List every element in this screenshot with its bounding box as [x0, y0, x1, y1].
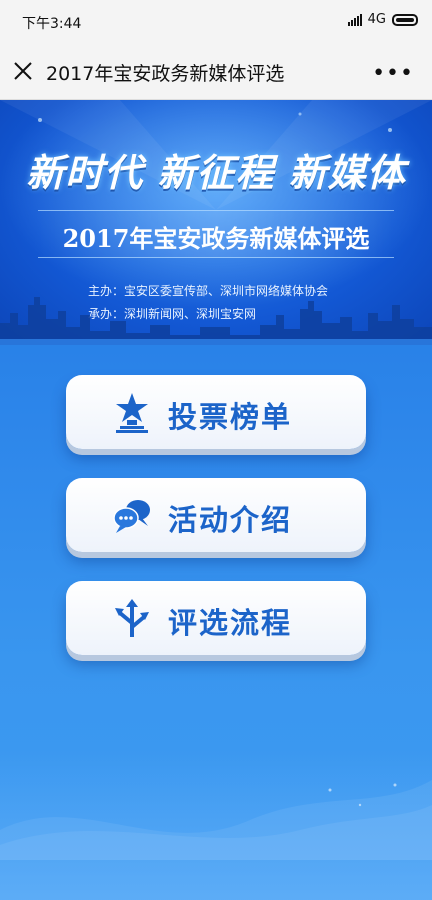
trophy-star-icon [116, 393, 148, 433]
selection-process-label: 评选流程 [168, 606, 293, 640]
branch-arrows-icon [115, 599, 149, 637]
event-intro-label: 活动介绍 [168, 503, 293, 537]
vote-ranking-label: 投票榜单 [168, 400, 293, 434]
banner-subtitle-frame: 2017年宝安政务新媒体评选 [38, 210, 394, 258]
selection-process-button[interactable]: 评选流程 [66, 581, 366, 655]
vote-ranking-button[interactable]: 投票榜单 [66, 375, 366, 449]
event-intro-button[interactable]: 活动介绍 [66, 478, 366, 552]
signal-icon [347, 13, 362, 26]
nav-bar: 2017年宝安政务新媒体评选 ••• [0, 44, 432, 100]
close-icon[interactable] [12, 60, 34, 82]
banner-subtitle: 2017年宝安政务新媒体评选 [62, 224, 370, 253]
bottom-glow [0, 750, 432, 900]
header-banner: 新时代 新征程 新媒体 2017年宝安政务新媒体评选 主办：宝安区委宣传部、深圳… [0, 100, 432, 345]
page-title: 2017年宝安政务新媒体评选 [46, 63, 285, 85]
chat-bubbles-icon [113, 500, 150, 533]
status-bar: 下午3:44 4G [0, 0, 432, 44]
network-type: 4G [367, 12, 386, 27]
status-time: 下午3:44 [22, 16, 82, 32]
city-skyline-image [0, 297, 432, 345]
more-options-icon[interactable]: ••• [372, 61, 414, 86]
status-icons: 4G [347, 12, 418, 27]
main-content: 新时代 新征程 新媒体 2017年宝安政务新媒体评选 主办：宝安区委宣传部、深圳… [0, 100, 432, 900]
banner-slogan: 新时代 新征程 新媒体 [26, 151, 406, 195]
battery-icon [392, 13, 418, 26]
